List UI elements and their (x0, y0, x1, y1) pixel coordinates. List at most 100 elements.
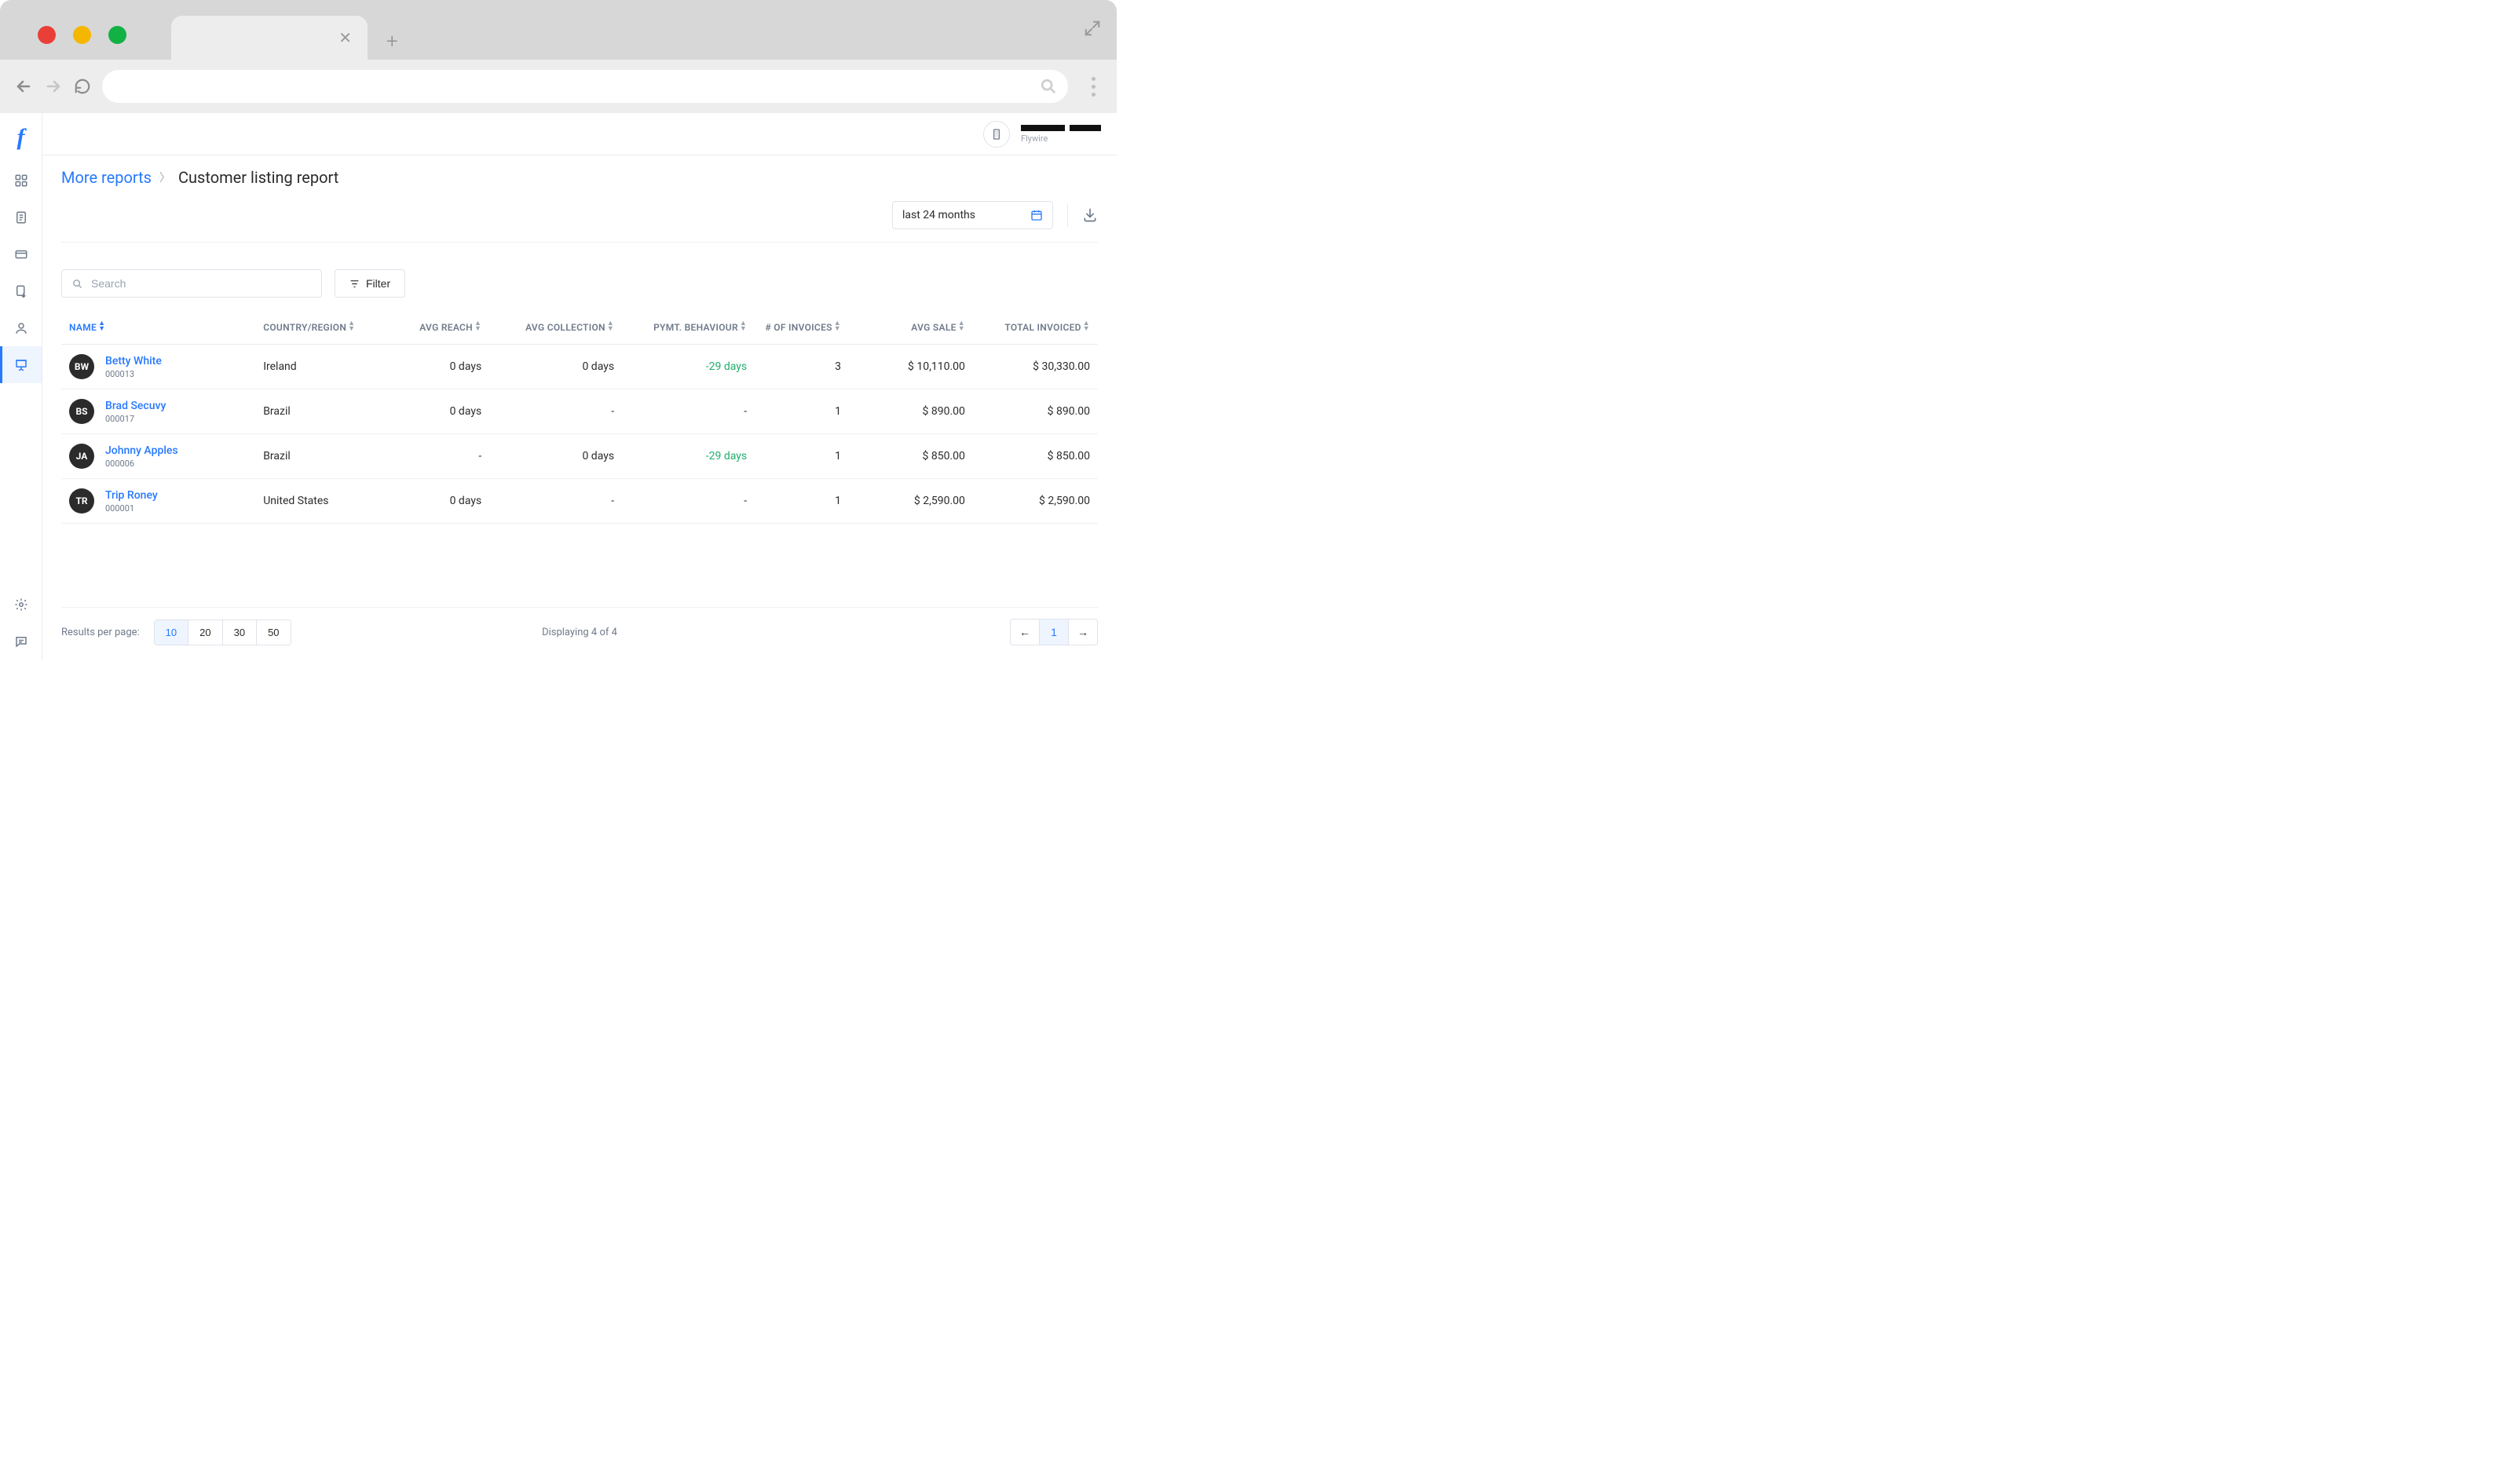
chevron-right-icon: 〉 (159, 170, 170, 185)
chat-icon (14, 634, 28, 649)
table-row[interactable]: BW Betty White 000013 Ireland 0 days 0 d… (61, 345, 1098, 389)
column-header-avg-collection[interactable]: AVG COLLECTION▲▼ (489, 310, 622, 345)
rpp-option[interactable]: 30 (223, 620, 257, 645)
cell-pymt-behaviour: -29 days (622, 434, 755, 479)
table-footer: Results per page: 10203050 Displaying 4 … (61, 607, 1098, 660)
sidebar-item-reports[interactable] (0, 346, 42, 383)
page-title: Customer listing report (178, 168, 338, 187)
search-input-wrapper (61, 269, 322, 298)
rpp-option[interactable]: 50 (257, 620, 290, 645)
cell-total-invoiced: $ 850.00 (973, 434, 1098, 479)
search-input[interactable] (91, 277, 312, 290)
search-icon (1040, 78, 1057, 95)
customer-name[interactable]: Betty White (105, 355, 162, 367)
cell-avg-reach: 0 days (396, 345, 489, 389)
sidebar-item-settings[interactable] (0, 586, 42, 623)
cell-num-invoices: 3 (755, 345, 849, 389)
cell-avg-collection: 0 days (489, 434, 622, 479)
table-row[interactable]: JA Johnny Apples 000006 Brazil - 0 days … (61, 434, 1098, 479)
sidebar-item-payments[interactable] (0, 236, 42, 272)
next-page-button[interactable]: → (1068, 619, 1098, 645)
expand-icon[interactable] (1084, 20, 1101, 37)
download-icon (1082, 207, 1098, 223)
browser-menu-button[interactable] (1084, 77, 1103, 97)
minimize-window-button[interactable] (73, 26, 91, 44)
forward-button[interactable] (44, 77, 63, 96)
cell-avg-reach: - (396, 434, 489, 479)
avatar: BS (69, 399, 94, 424)
customer-id: 000006 (105, 459, 178, 469)
cell-country: United States (255, 479, 396, 524)
search-icon (71, 278, 83, 290)
window-controls (0, 0, 126, 44)
results-per-page-segment: 10203050 (154, 620, 291, 645)
reload-button[interactable] (74, 78, 91, 95)
sidebar-item-customers[interactable] (0, 309, 42, 346)
calendar-icon (1030, 209, 1043, 221)
breadcrumb: More reports 〉 Customer listing report (61, 168, 1098, 187)
org-label: Flywire (1021, 133, 1101, 144)
current-page-button[interactable]: 1 (1039, 619, 1069, 645)
avatar: JA (69, 444, 94, 469)
column-header-name[interactable]: NAME▲▼ (61, 310, 255, 345)
avatar: TR (69, 488, 94, 514)
close-window-button[interactable] (38, 26, 56, 44)
cell-avg-sale: $ 2,590.00 (849, 479, 973, 524)
filter-button[interactable]: Filter (335, 269, 405, 298)
maximize-window-button[interactable] (108, 26, 126, 44)
table-row[interactable]: BS Brad Secuvy 000017 Brazil 0 days - - … (61, 389, 1098, 434)
cell-avg-reach: 0 days (396, 479, 489, 524)
rpp-option[interactable]: 10 (155, 620, 188, 645)
browser-toolbar (0, 60, 1117, 113)
customer-name[interactable]: Brad Secuvy (105, 400, 166, 412)
pagination: ← 1 → (1010, 619, 1098, 645)
column-header-pymt-behaviour[interactable]: PYMT. BEHAVIOUR▲▼ (622, 310, 755, 345)
customer-id: 000013 (105, 369, 162, 379)
url-bar[interactable] (102, 70, 1068, 103)
topbar: Flywire (42, 113, 1117, 155)
org-avatar[interactable] (983, 121, 1010, 148)
browser-tab[interactable]: ✕ (171, 16, 368, 60)
cell-num-invoices: 1 (755, 479, 849, 524)
breadcrumb-parent[interactable]: More reports (61, 168, 152, 187)
cell-pymt-behaviour: -29 days (622, 345, 755, 389)
org-selector[interactable]: Flywire (1021, 125, 1101, 144)
customer-name[interactable]: Trip Roney (105, 489, 158, 502)
app-logo[interactable]: f (17, 124, 25, 151)
cell-total-invoiced: $ 30,330.00 (973, 345, 1098, 389)
column-header-avg-reach[interactable]: AVG REACH▲▼ (396, 310, 489, 345)
new-tab-button[interactable]: + (386, 30, 398, 53)
divider (1067, 203, 1068, 227)
sidebar-item-transfers[interactable] (0, 272, 42, 309)
sidebar-item-invoices[interactable] (0, 199, 42, 236)
cell-avg-collection: 0 days (489, 345, 622, 389)
close-tab-icon[interactable]: ✕ (338, 28, 352, 47)
sidebar: f (0, 113, 42, 660)
cell-country: Brazil (255, 389, 396, 434)
cell-num-invoices: 1 (755, 389, 849, 434)
sidebar-item-dashboard[interactable] (0, 162, 42, 199)
document-arrow-icon (14, 284, 28, 298)
download-button[interactable] (1082, 207, 1098, 223)
column-header-total-invoiced[interactable]: TOTAL INVOICED▲▼ (973, 310, 1098, 345)
results-per-page-label: Results per page: (61, 627, 140, 638)
gear-icon (14, 598, 28, 612)
cell-pymt-behaviour: - (622, 389, 755, 434)
sidebar-item-chat[interactable] (0, 623, 42, 660)
column-header-num-invoices[interactable]: # OF INVOICES▲▼ (755, 310, 849, 345)
rpp-option[interactable]: 20 (188, 620, 222, 645)
cell-avg-collection: - (489, 389, 622, 434)
cell-num-invoices: 1 (755, 434, 849, 479)
cell-avg-sale: $ 10,110.00 (849, 345, 973, 389)
cell-total-invoiced: $ 2,590.00 (973, 479, 1098, 524)
column-header-avg-sale[interactable]: AVG SALE▲▼ (849, 310, 973, 345)
column-header-country[interactable]: COUNTRY/REGION▲▼ (255, 310, 396, 345)
customer-name[interactable]: Johnny Apples (105, 444, 178, 457)
date-range-picker[interactable]: last 24 months (892, 201, 1053, 229)
document-icon (14, 210, 28, 225)
back-button[interactable] (14, 77, 33, 96)
table-row[interactable]: TR Trip Roney 000001 United States 0 day… (61, 479, 1098, 524)
prev-page-button[interactable]: ← (1010, 619, 1040, 645)
cell-country: Brazil (255, 434, 396, 479)
grid-icon (14, 174, 28, 188)
